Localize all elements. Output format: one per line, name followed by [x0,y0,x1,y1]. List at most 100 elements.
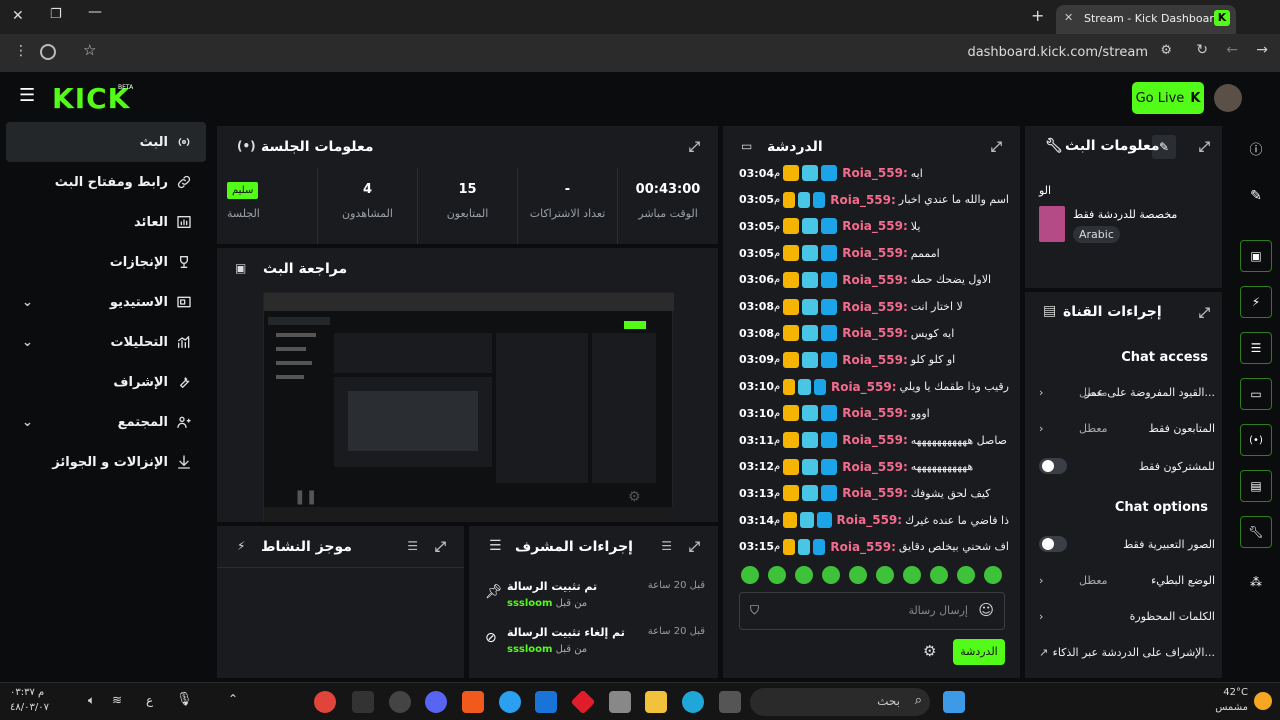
expand-icon[interactable]: ⤢ [991,139,1002,155]
chat-username[interactable]: Roia_559: [842,406,908,420]
chat-message[interactable]: 03:05 م Roia_559: امممم [739,240,1009,266]
nav-item-moderation[interactable]: الإشراف [6,362,206,402]
pause-icon[interactable]: ❚❚ [294,489,317,505]
emote-icon[interactable] [930,566,948,584]
rail-preview-icon[interactable]: ▣ [1240,240,1272,272]
brave-icon[interactable] [462,691,484,713]
back-icon[interactable]: → [1256,42,1268,58]
chat-username[interactable]: Roia_559: [842,300,908,314]
stream-category[interactable]: مخصصة للدردشة فقط [1073,208,1177,221]
go-live-button[interactable]: Go Live K [1132,82,1204,114]
store-icon[interactable] [609,691,631,713]
stream-preview-video[interactable]: ❚❚ ⚙ [263,292,674,522]
chat-message[interactable]: 03:09 م Roia_559: او كلو كلو [739,347,1009,373]
emote-icon[interactable] [957,566,975,584]
expand-icon[interactable]: ⤢ [1199,139,1210,155]
taskbar-search[interactable]: بحث ⌕ [750,688,930,716]
chat-username[interactable]: Roia_559: [842,246,908,260]
mod-username[interactable]: sssloom [507,598,552,609]
nav-item-studio[interactable]: ⌄ الاستيديو [6,282,206,322]
windows-start-icon[interactable] [943,691,965,713]
filter-icon[interactable]: ☰ [407,539,418,553]
chat-message[interactable]: 03:14 م Roia_559: ذا فاضي ما عنده غيرك [739,507,1009,533]
rail-channel-icon[interactable]: ▤ [1240,470,1272,502]
hamburger-menu-icon[interactable]: ☰ [19,87,35,105]
weather-sun-icon[interactable] [1254,692,1272,710]
nav-item-stream-key[interactable]: رابط ومفتاح البث [6,162,206,202]
setting-banned-words[interactable]: › الكلمات المحظورة [1039,598,1215,634]
reload-icon[interactable]: ↻ [1196,42,1208,58]
setting-ai-moderation[interactable]: ↗ الإشراف على الدردشة عبر الذكاء... [1039,634,1215,670]
restore-window-icon[interactable]: ❐ [50,7,62,22]
expand-icon[interactable]: ⤢ [435,539,446,555]
volume-icon[interactable]: 🔈︎ [88,693,95,708]
chat-username[interactable]: Roia_559: [830,540,896,554]
more-widgets-icon[interactable]: ⁂ [1240,566,1272,598]
nav-item-revenue[interactable]: العائد [6,202,206,242]
wifi-icon[interactable]: ≋ [112,693,122,707]
app-icon[interactable] [499,691,521,713]
clock-time[interactable]: م ٠٣:٣٧ [10,687,44,698]
chat-username[interactable]: Roia_559: [837,513,903,527]
expand-icon[interactable]: ⤢ [689,139,700,155]
chat-username[interactable]: Roia_559: [842,460,908,474]
chat-username[interactable]: Roia_559: [842,326,908,340]
epic-games-icon[interactable] [352,691,374,713]
chat-message[interactable]: 03:08 م Roia_559: ايه كويس [739,320,1009,346]
url-text[interactable]: dashboard.kick.com/stream [967,45,1148,60]
expand-icon[interactable]: ⤢ [689,539,700,555]
tab-close-icon[interactable]: ✕ [1064,11,1073,24]
edit-icon[interactable]: ✎ [1240,180,1272,212]
emotes-only-toggle[interactable] [1039,536,1067,552]
tab-kick-dashboard[interactable]: ✕ Stream - Kick Dashboard K [1056,5,1236,34]
settings-icon[interactable]: ⚙ [628,489,641,505]
emote-icon[interactable] [822,566,840,584]
mic-icon[interactable]: 🎙︎ [176,692,193,707]
app-icon[interactable] [389,691,411,713]
chat-message[interactable]: 03:05 م Roia_559: اسم والله ما عندي اخبار [739,187,1009,213]
bookmark-star-icon[interactable]: ☆ [83,41,96,59]
weather-temp[interactable]: 42°C [1223,687,1248,698]
emoji-icon[interactable]: ☺ [978,601,994,619]
emote-icon[interactable] [984,566,1002,584]
app-icon[interactable] [570,689,596,715]
weather-condition[interactable]: مشمس [1215,702,1248,713]
chat-username[interactable]: Roia_559: [842,273,908,287]
task-view-icon[interactable] [719,691,741,713]
rail-chat-icon[interactable]: ▭ [1240,378,1272,410]
chat-message[interactable]: 03:10 م Roia_559: رقيب وذا طقمك يا ويلي [739,374,1009,400]
filter-icon[interactable]: ☰ [661,539,672,553]
chat-message[interactable]: 03:15 م Roia_559: اف شحني بيخلص دقايق [739,534,1009,560]
emote-icon[interactable] [903,566,921,584]
forward-icon[interactable]: ← [1226,42,1238,58]
chat-message[interactable]: 03:05 م Roia_559: يلا [739,213,1009,239]
site-settings-icon[interactable]: ⚙ [1160,43,1172,58]
chat-messages[interactable]: 03:04 م Roia_559: ايه 03:05 م Roia_559: اسم وال… [723,160,1020,560]
nav-item-analytics[interactable]: ⌄ التحليلات [6,322,206,362]
nav-item-community[interactable]: ⌄ المجتمع [6,402,206,442]
file-explorer-icon[interactable] [645,691,667,713]
chat-message[interactable]: 03:08 م Roia_559: لا اختار انت [739,294,1009,320]
chat-username[interactable]: Roia_559: [842,219,908,233]
shield-icon[interactable]: ⛉ [750,603,759,618]
expand-icon[interactable]: ⤢ [1199,305,1210,321]
chat-send-button[interactable]: الدردشة [953,639,1005,665]
chat-message[interactable]: 03:06 م Roia_559: الاول يضحك حطه [739,267,1009,293]
chat-message[interactable]: 03:12 م Roia_559: هههههههههههه [739,454,1009,480]
new-tab-icon[interactable]: + [1031,6,1044,25]
clock-date[interactable]: ٤٨/٠٣/٠٧ [10,702,49,713]
chrome-icon[interactable] [314,691,336,713]
subscribers-only-toggle[interactable] [1039,458,1067,474]
chat-message[interactable]: 03:11 م Roia_559: صاصل هههههههههههه [739,427,1009,453]
emote-icon[interactable] [849,566,867,584]
chat-message[interactable]: 03:13 م Roia_559: كيف لحق يشوفك [739,480,1009,506]
gear-icon[interactable]: ⚙ [923,642,936,660]
setting-slow-mode[interactable]: › معطل الوضع البطيء [1039,562,1215,598]
emote-icon[interactable] [741,566,759,584]
chat-username[interactable]: Roia_559: [831,380,897,394]
chat-username[interactable]: Roia_559: [842,166,908,180]
chat-username[interactable]: Roia_559: [842,433,908,447]
browser-menu-icon[interactable]: ⋮ [14,43,28,59]
chat-message[interactable]: 03:10 م Roia_559: اووو [739,400,1009,426]
discord-icon[interactable] [425,691,447,713]
